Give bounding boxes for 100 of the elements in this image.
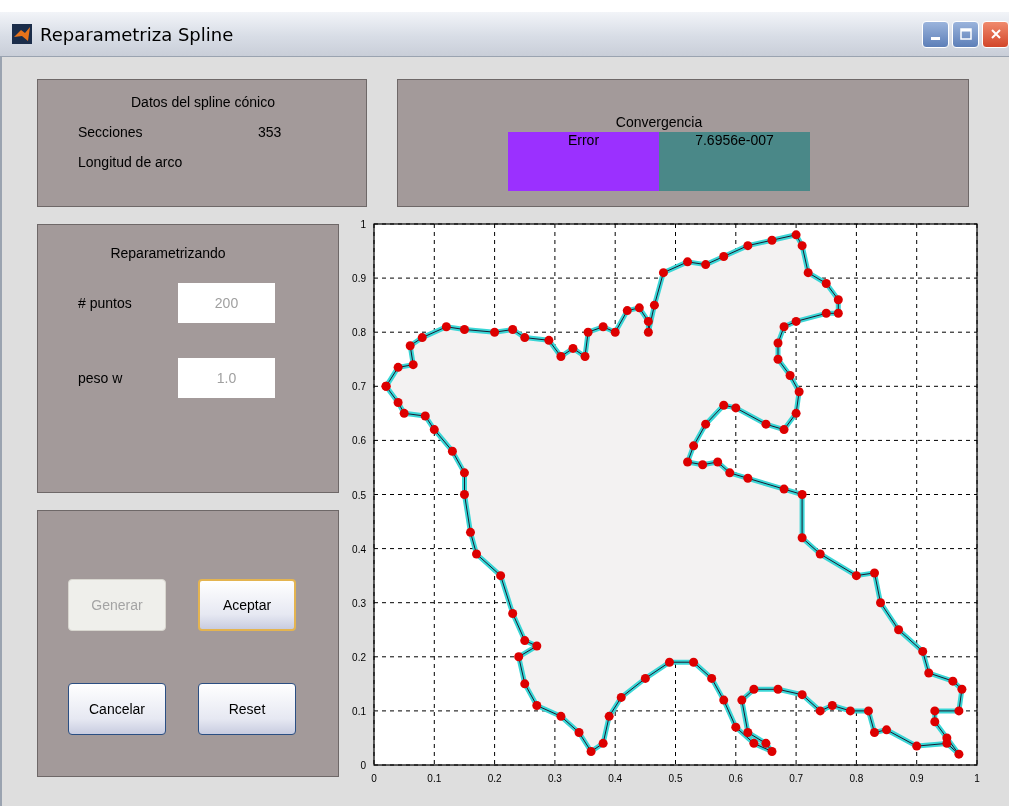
data-point [408, 360, 418, 370]
data-point [779, 425, 789, 435]
data-point [393, 398, 403, 408]
data-point [773, 338, 783, 348]
data-point [773, 354, 783, 364]
data-point [761, 738, 771, 748]
data-point [797, 690, 807, 700]
data-point [520, 636, 530, 646]
tick-label: 1 [974, 773, 980, 784]
data-point [459, 325, 469, 334]
data-point [598, 738, 608, 748]
data-point [472, 549, 481, 559]
data-point [568, 343, 578, 353]
data-point [496, 571, 506, 581]
data-point [767, 747, 777, 756]
data-point [508, 325, 518, 334]
minimize-icon [931, 36, 940, 40]
data-point [731, 722, 741, 732]
data-point [701, 419, 711, 429]
data-point [930, 717, 940, 727]
data-point [930, 706, 940, 716]
data-point [556, 352, 566, 362]
data-point [719, 251, 729, 261]
tick-label: 0.6 [352, 435, 366, 447]
status-cell: Error [508, 132, 659, 191]
data-point [957, 684, 967, 694]
data-point [803, 268, 813, 278]
action-button[interactable]: Aceptar [198, 579, 296, 631]
data-point [604, 711, 614, 721]
data-point [610, 327, 620, 337]
data-point [954, 706, 964, 716]
data-point [791, 408, 801, 418]
data-point [851, 571, 861, 581]
action-button[interactable]: Cancelar [68, 683, 166, 735]
data-point [658, 268, 668, 278]
panel-title: Convergencia [614, 114, 704, 130]
data-point [544, 335, 554, 345]
maximize-button[interactable] [952, 20, 979, 48]
data-point [870, 568, 879, 578]
data-point [580, 352, 590, 362]
tick-label: 0.9 [909, 773, 924, 784]
data-point [912, 741, 922, 751]
data-point [791, 230, 801, 240]
tick-label: 0.3 [547, 773, 562, 784]
tick-label: 0.8 [352, 327, 366, 339]
data-point [640, 673, 650, 683]
data-point [447, 446, 457, 456]
data-point [514, 652, 524, 662]
data-point [459, 468, 469, 478]
data-point [719, 695, 729, 705]
tick-label: 0 [371, 773, 377, 784]
tick-label: 0.6 [728, 773, 743, 784]
tick-label: 0.2 [352, 651, 366, 663]
data-point [761, 419, 771, 429]
data-label: Longitud de arco [78, 154, 184, 172]
tick-label: 0.3 [352, 597, 366, 609]
data-point [417, 333, 427, 343]
data-point [490, 327, 500, 337]
data-point [882, 725, 892, 735]
data-point [797, 241, 807, 251]
tick-label: 0.7 [352, 381, 366, 393]
data-point [622, 306, 632, 316]
data-point [779, 484, 789, 494]
panel-title: Datos del spline cónico [130, 94, 276, 110]
data-point [827, 701, 837, 710]
minimize-button[interactable] [922, 20, 949, 48]
data-point [942, 738, 952, 748]
data-point [508, 609, 518, 618]
data-point [634, 303, 644, 313]
tick-label: 0.4 [608, 773, 623, 784]
data-point [845, 706, 855, 716]
action-button[interactable]: Reset [198, 683, 296, 735]
data-point [441, 322, 451, 332]
data-point [405, 341, 415, 351]
tick-label: 0.4 [352, 543, 366, 555]
data-point [689, 657, 699, 667]
panel-title: Reparametrizando [109, 245, 227, 261]
data-point [743, 728, 753, 738]
data-point [393, 362, 403, 372]
data-point [399, 408, 409, 418]
data-point [954, 749, 964, 759]
data-point [556, 711, 566, 721]
close-button[interactable] [982, 20, 1009, 48]
data-point [698, 460, 708, 470]
data-point [794, 387, 804, 397]
data-point [520, 679, 530, 689]
tick-label: 0.9 [352, 273, 366, 285]
data-point [683, 457, 693, 467]
tick-label: 0.7 [789, 773, 804, 784]
tick-label: 0.8 [849, 773, 864, 784]
data-point [815, 549, 825, 559]
tick-label: 0.5 [668, 773, 683, 784]
data-point [532, 641, 542, 651]
data-point [683, 257, 693, 267]
data-point [643, 327, 653, 337]
data-point [876, 598, 885, 608]
data-point [737, 695, 747, 705]
data-point [586, 747, 596, 756]
data-point [749, 738, 759, 748]
data-point [731, 403, 741, 413]
